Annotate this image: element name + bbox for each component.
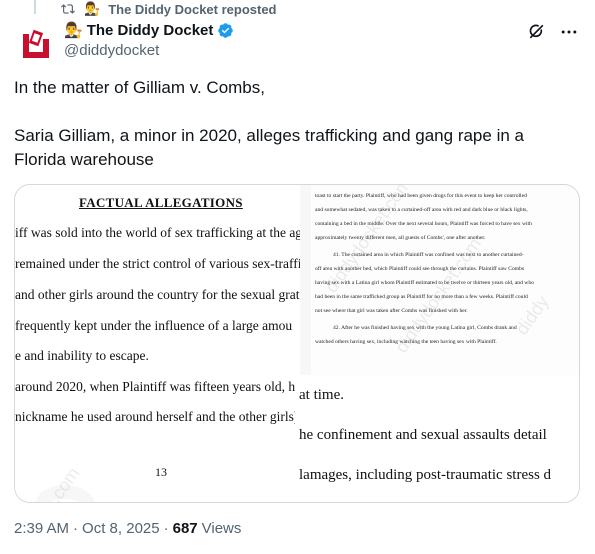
document-line: remained under the strict control of var… bbox=[15, 256, 300, 271]
document-small-line: off area with another bed, which Plainti… bbox=[315, 266, 525, 272]
grok-icon[interactable] bbox=[527, 22, 547, 42]
avatar[interactable] bbox=[16, 24, 56, 64]
author-emoji: 👨‍⚖️ bbox=[64, 22, 83, 39]
document-small-line: and somewhat sedated, was taken to a cur… bbox=[315, 207, 528, 213]
author-name[interactable]: The Diddy Docket bbox=[87, 22, 214, 39]
views-count[interactable]: 687 bbox=[173, 520, 198, 537]
document-small-line: 41. The curtained area in which Plaintif… bbox=[333, 252, 524, 258]
author-handle[interactable]: @diddydocket bbox=[64, 42, 159, 59]
repost-label[interactable]: The Diddy Docket reposted bbox=[108, 2, 276, 17]
document-small-line: containing a bed in the middle. Over the… bbox=[315, 221, 532, 227]
tweet-header-actions bbox=[527, 22, 579, 42]
tweet-time[interactable]: 2:39 AM bbox=[14, 520, 69, 537]
tweet-text: In the matter of Gilliam v. Combs, Saria… bbox=[14, 76, 579, 196]
document-small-line: having sex with a Latina girl whom Plain… bbox=[315, 280, 534, 286]
document-line: e and inability to escape. bbox=[15, 348, 149, 363]
document-line: around 2020, when Plaintiff was fifteen … bbox=[15, 379, 296, 394]
tweet-meta: 2:39 AM · Oct 8, 2025 · 687 Views bbox=[14, 520, 241, 537]
tweet-date[interactable]: Oct 8, 2025 bbox=[82, 520, 160, 537]
repost-emoji: 👨‍⚖️ bbox=[84, 1, 101, 16]
document-small-line: 42. After he was finished having sex wit… bbox=[333, 325, 517, 331]
document-line: at time. bbox=[299, 387, 344, 403]
document-page-number: 13 bbox=[155, 465, 167, 479]
meta-separator: · bbox=[163, 520, 169, 537]
document-small-line: watched others having sex, including wat… bbox=[315, 339, 497, 345]
document-small-line: toast to start the party. Plaintiff, who… bbox=[315, 193, 527, 199]
verified-badge-icon bbox=[218, 22, 234, 38]
thread-line bbox=[34, 0, 36, 14]
repost-icon bbox=[61, 4, 75, 14]
document-page-right-bottom: at time. he confinement and sexual assau… bbox=[295, 375, 579, 502]
document-small-line: had been in the same trafficked group as… bbox=[315, 294, 528, 300]
document-page-left: FACTUAL ALLEGATIONS iff was sold into th… bbox=[15, 185, 300, 502]
document-page-right-top: toast to start the party. Plaintiff, who… bbox=[311, 185, 579, 375]
more-icon[interactable] bbox=[559, 22, 579, 42]
author-name-row[interactable]: 👨‍⚖️ The Diddy Docket bbox=[64, 21, 234, 39]
tweet-media-image[interactable]: FACTUAL ALLEGATIONS iff was sold into th… bbox=[14, 184, 580, 503]
repost-indicator[interactable]: 👨‍⚖️ The Diddy Docket reposted bbox=[60, 0, 277, 18]
document-line: iff was sold into the world of sex traff… bbox=[15, 225, 300, 240]
document-line: frequently kept under the influence of a… bbox=[15, 318, 293, 333]
document-small-line: not see where that girl was taken after … bbox=[315, 308, 468, 314]
document-line: and other girls around the country for t… bbox=[15, 287, 300, 302]
views-label: Views bbox=[201, 520, 242, 537]
document-line: nickname he used around herself and the … bbox=[15, 409, 300, 424]
tweet-paragraph-1: In the matter of Gilliam v. Combs, bbox=[14, 78, 265, 97]
watermark-shape bbox=[35, 485, 95, 502]
document-heading: FACTUAL ALLEGATIONS bbox=[79, 195, 243, 210]
meta-separator: · bbox=[73, 520, 79, 537]
docket-logo-icon bbox=[23, 29, 49, 58]
document-line: lamages, including post-traumatic stress… bbox=[299, 467, 552, 483]
tweet-paragraph-2: Saria Gilliam, a minor in 2020, alleges … bbox=[14, 126, 524, 169]
document-small-line: approximately twenty different men, all … bbox=[315, 235, 486, 241]
document-line: he confinement and sexual assaults detai… bbox=[299, 427, 547, 443]
